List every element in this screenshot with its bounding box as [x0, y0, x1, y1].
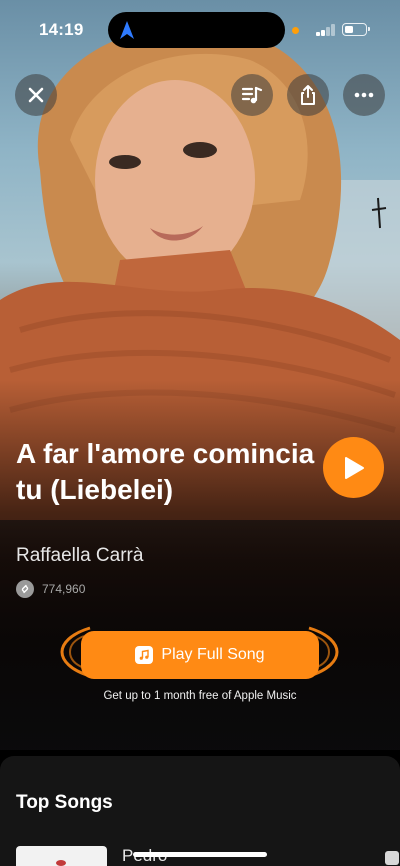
mic-indicator-dot	[292, 27, 299, 34]
signal-icon	[316, 24, 338, 36]
play-full-song-label: Play Full Song	[161, 646, 265, 663]
shazam-icon	[16, 580, 34, 598]
share-button[interactable]	[287, 74, 329, 116]
more-button[interactable]	[343, 74, 385, 116]
more-icon	[354, 92, 374, 98]
shazam-count: 774,960	[42, 582, 86, 596]
apple-music-icon	[135, 646, 154, 664]
status-time: 14:19	[39, 20, 84, 39]
status-bar: 14:19	[0, 0, 400, 58]
location-arrow-icon	[120, 21, 134, 39]
play-icon	[344, 456, 364, 479]
top-songs-heading: Top Songs	[16, 792, 113, 813]
song-artwork-thumbnail[interactable]	[16, 846, 107, 866]
lyrics-icon	[241, 86, 263, 104]
play-full-song-button[interactable]: Play Full Song	[81, 631, 319, 679]
lyrics-button[interactable]	[231, 74, 273, 116]
artist-name[interactable]: Raffaella Carrà	[16, 545, 143, 567]
close-button[interactable]	[15, 74, 57, 116]
play-preview-button[interactable]	[323, 437, 384, 498]
battery-icon	[342, 23, 370, 36]
share-icon	[301, 85, 315, 105]
apple-music-promo: Get up to 1 month free of Apple Music	[103, 690, 297, 702]
shazam-count-row: 774,960	[16, 580, 85, 598]
corner-badge-icon	[385, 851, 399, 865]
home-indicator[interactable]	[133, 852, 267, 857]
close-icon	[28, 87, 44, 103]
song-title: A far l'amore comincia tu (Liebelei)	[16, 438, 315, 505]
